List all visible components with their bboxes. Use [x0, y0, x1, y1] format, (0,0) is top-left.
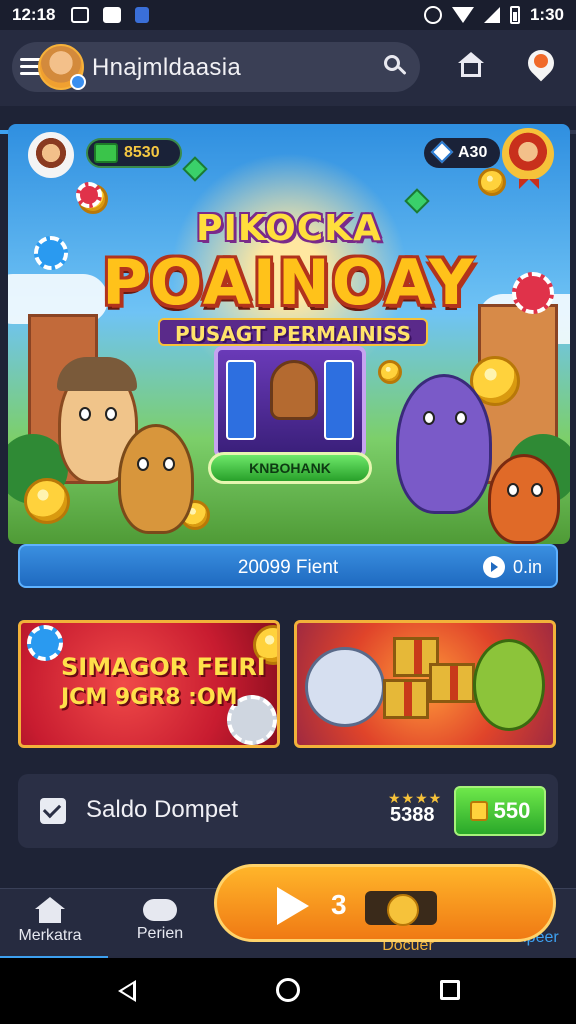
- hero-banner[interactable]: 8530 A30 PIKOCKA POAINOAY PUSAGT PERMAIN…: [8, 124, 570, 544]
- coin-icon: [378, 360, 402, 384]
- rank-badge[interactable]: [502, 128, 554, 189]
- chip-icon: [27, 625, 63, 661]
- cash-balance[interactable]: 8530: [86, 138, 182, 168]
- status-time: 12:18: [12, 5, 56, 24]
- app-header: Hnajmldaasia: [0, 30, 576, 134]
- cash-amount: 8530: [124, 144, 160, 161]
- topup-button-label: 550: [493, 798, 531, 823]
- promo-left-line2: JCM 9GR8 :OM: [61, 685, 238, 710]
- system-home-icon[interactable]: [276, 978, 300, 1002]
- avatar[interactable]: [38, 44, 86, 90]
- gift-box-icon: [429, 663, 475, 703]
- signal-icon: [483, 7, 500, 23]
- nav-label: Perien: [136, 925, 184, 942]
- topup-button[interactable]: 550: [454, 786, 546, 836]
- hero-title-line2: POAINOAY: [102, 246, 476, 319]
- promo-card-right[interactable]: [294, 620, 556, 748]
- avatar-badge-icon: [70, 74, 86, 90]
- slot-reel: [226, 360, 256, 440]
- wallet-checkbox[interactable]: [40, 798, 66, 824]
- jackpot-info-bar[interactable]: 20099 Fient 0.in: [18, 544, 558, 588]
- info-bar-right-label: 0.in: [512, 556, 542, 577]
- slot-machine-illustration: [214, 346, 366, 458]
- bear-character-illustration: [118, 424, 194, 534]
- gem-balance[interactable]: A30: [424, 138, 500, 168]
- rabbit-character-illustration: [396, 374, 492, 514]
- fox-character-illustration: [488, 454, 560, 544]
- battery-icon: [509, 6, 520, 24]
- nav-label: Merkatra: [18, 927, 82, 944]
- gallery-icon: [71, 7, 90, 23]
- wifi-icon: [451, 7, 474, 23]
- coin-icon: [24, 478, 70, 524]
- mascot-illustration: [270, 360, 318, 420]
- search-bar[interactable]: Hnajmldaasia: [12, 42, 420, 92]
- play-button-label: 3: [331, 889, 347, 920]
- cat-mascot-illustration: [305, 647, 385, 727]
- coin-icon: [469, 801, 488, 821]
- dino-mascot-illustration: [473, 639, 545, 731]
- nav-item-home[interactable]: Merkatra: [0, 889, 108, 959]
- hero-title-line1: PIKOCKA: [196, 208, 382, 249]
- status-bar: 12:18 1:30: [0, 0, 576, 30]
- message-icon: [103, 7, 122, 23]
- chip-icon: [76, 182, 102, 208]
- play-icon: [277, 887, 309, 925]
- wallet-amount: 5388: [390, 804, 435, 826]
- coin-icon: [478, 168, 506, 196]
- hero-subtitle: PUSAGT PERMAINISS: [158, 318, 428, 346]
- info-bar-label: 20099 Fient: [237, 557, 339, 578]
- recent-apps-icon[interactable]: [440, 980, 460, 1000]
- gem-icon: [182, 156, 208, 182]
- coin-icon: [365, 891, 437, 926]
- player-avatar[interactable]: [28, 132, 74, 178]
- app-notification-icon: [135, 7, 150, 23]
- home-icon[interactable]: [458, 52, 484, 78]
- gem-amount: A30: [458, 144, 488, 161]
- wallet-balance-card[interactable]: Saldo Dompet ★★★★ 5388 550: [18, 774, 558, 848]
- system-nav-bar: [0, 958, 576, 1024]
- play-circle-icon[interactable]: [482, 556, 505, 578]
- cash-icon: [94, 143, 118, 163]
- slot-play-button[interactable]: KNBOHANK: [208, 452, 372, 484]
- nav-item-friends[interactable]: Perien: [110, 889, 210, 959]
- app-title: Hnajmldaasia: [92, 54, 242, 81]
- promo-card-left[interactable]: SIMAGOR FEIRI JCM 9GR8 :OM: [18, 620, 280, 748]
- search-icon[interactable]: [384, 55, 407, 77]
- diamond-icon: [430, 140, 454, 164]
- status-battery-time: 1:30: [529, 5, 564, 24]
- promo-left-line1: SIMAGOR FEIRI: [61, 653, 266, 681]
- gift-box-icon: [383, 679, 429, 719]
- play-button[interactable]: 3: [214, 864, 556, 942]
- location-pin-icon[interactable]: [522, 44, 560, 82]
- home-icon: [35, 897, 65, 923]
- alarm-icon: [423, 6, 442, 24]
- back-icon[interactable]: [118, 980, 136, 1002]
- wallet-label: Saldo Dompet: [86, 796, 239, 823]
- cloud-icon: [143, 899, 177, 921]
- slot-reel: [324, 360, 354, 440]
